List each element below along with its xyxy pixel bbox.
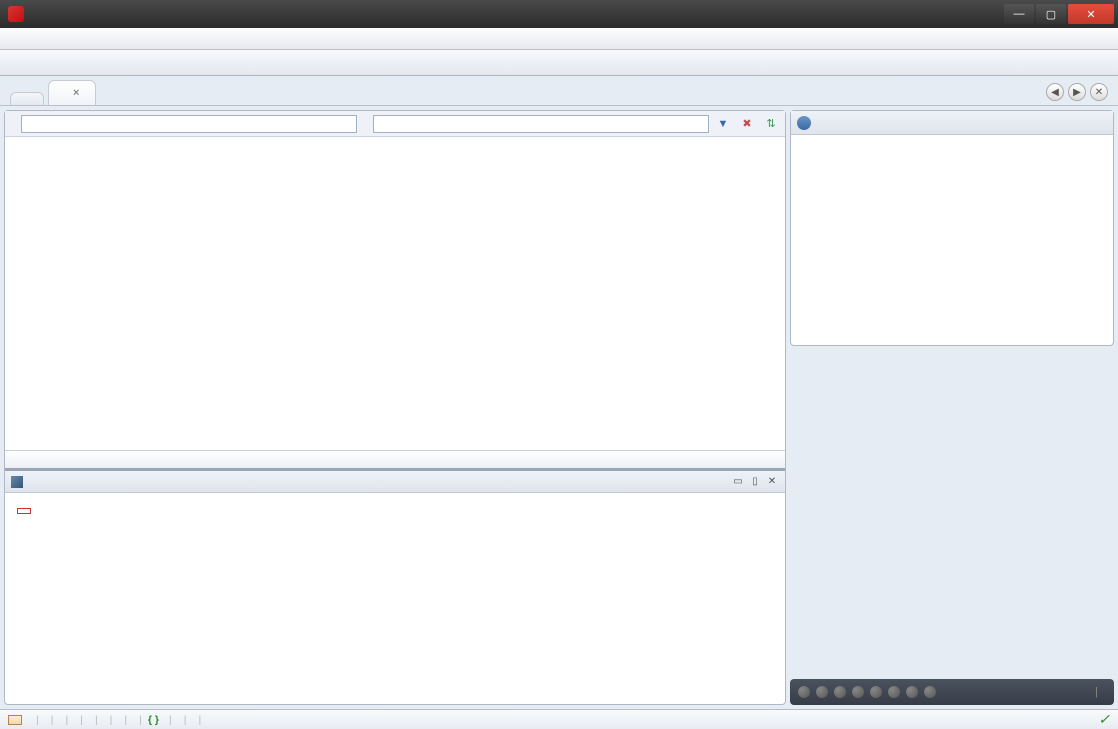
document-tabs: × ◀ ▶ ✕ <box>0 76 1118 106</box>
indicator-dot <box>816 686 828 698</box>
check-icon: ✓ <box>1098 711 1110 728</box>
concordance-panels <box>790 350 1114 675</box>
pane-minimize-icon[interactable]: ▭ <box>731 475 745 489</box>
clear-filter-icon[interactable]: ✖ <box>737 114 757 134</box>
results-panel: | <box>790 110 1114 705</box>
app-icon <box>8 6 24 22</box>
indicator-dot <box>852 686 864 698</box>
indicator-dot <box>870 686 882 698</box>
indicator-dot <box>906 686 918 698</box>
pane-pin-icon[interactable]: ▯ <box>748 475 762 489</box>
nav-next-button[interactable]: ▶ <box>1068 83 1086 101</box>
curly-brace-icon: { } <box>148 714 159 726</box>
toolbar <box>0 50 1118 76</box>
indicator-dot <box>834 686 846 698</box>
segment-status-bar <box>5 450 785 468</box>
tm-results-header <box>791 111 1113 135</box>
indicator-dot <box>888 686 900 698</box>
status-bar: | | | | | | | | { } | | | ✓ <box>0 709 1118 729</box>
view-pane-header: ▭ ▯ ✕ <box>5 471 785 493</box>
filter-icon[interactable]: ▼ <box>713 114 733 134</box>
source-filter-input[interactable] <box>21 115 357 133</box>
tab-document[interactable]: × <box>48 80 96 105</box>
maximize-button[interactable]: ▢ <box>1036 4 1066 24</box>
translation-grid <box>5 137 785 450</box>
pane-close-icon[interactable]: ✕ <box>765 475 779 489</box>
tab-project-home[interactable] <box>10 92 44 105</box>
filter-row: ▼ ✖ ⇅ <box>5 111 785 137</box>
view-pane-icon <box>11 476 23 488</box>
sort-icon[interactable]: ⇅ <box>761 114 781 134</box>
target-filter-input[interactable] <box>373 115 709 133</box>
nav-close-button[interactable]: ✕ <box>1090 83 1108 101</box>
preview-title-tag <box>17 508 31 514</box>
view-pane: ▭ ▯ ✕ <box>5 468 785 704</box>
nav-prev-button[interactable]: ◀ <box>1046 83 1064 101</box>
tm-results-icon <box>797 116 811 130</box>
indicator-dot <box>798 686 810 698</box>
main-area: ▼ ✖ ⇅ ▭ ▯ ✕ <box>0 106 1118 709</box>
minimize-button[interactable]: — <box>1004 4 1034 24</box>
tm-results-panel <box>790 110 1114 346</box>
menu-bar <box>0 28 1118 50</box>
indicator-dot <box>924 686 936 698</box>
close-button[interactable]: ✕ <box>1068 4 1114 24</box>
server-indicators <box>798 686 1087 698</box>
editor-panel: ▼ ✖ ⇅ ▭ ▯ ✕ <box>4 110 786 705</box>
tm-results-body <box>791 135 1113 345</box>
envelope-icon[interactable] <box>8 715 22 725</box>
close-tab-icon[interactable]: × <box>73 87 79 99</box>
view-pane-content <box>5 493 785 704</box>
window-titlebar: — ▢ ✕ <box>0 0 1118 28</box>
user-status-bar: | <box>790 679 1114 705</box>
